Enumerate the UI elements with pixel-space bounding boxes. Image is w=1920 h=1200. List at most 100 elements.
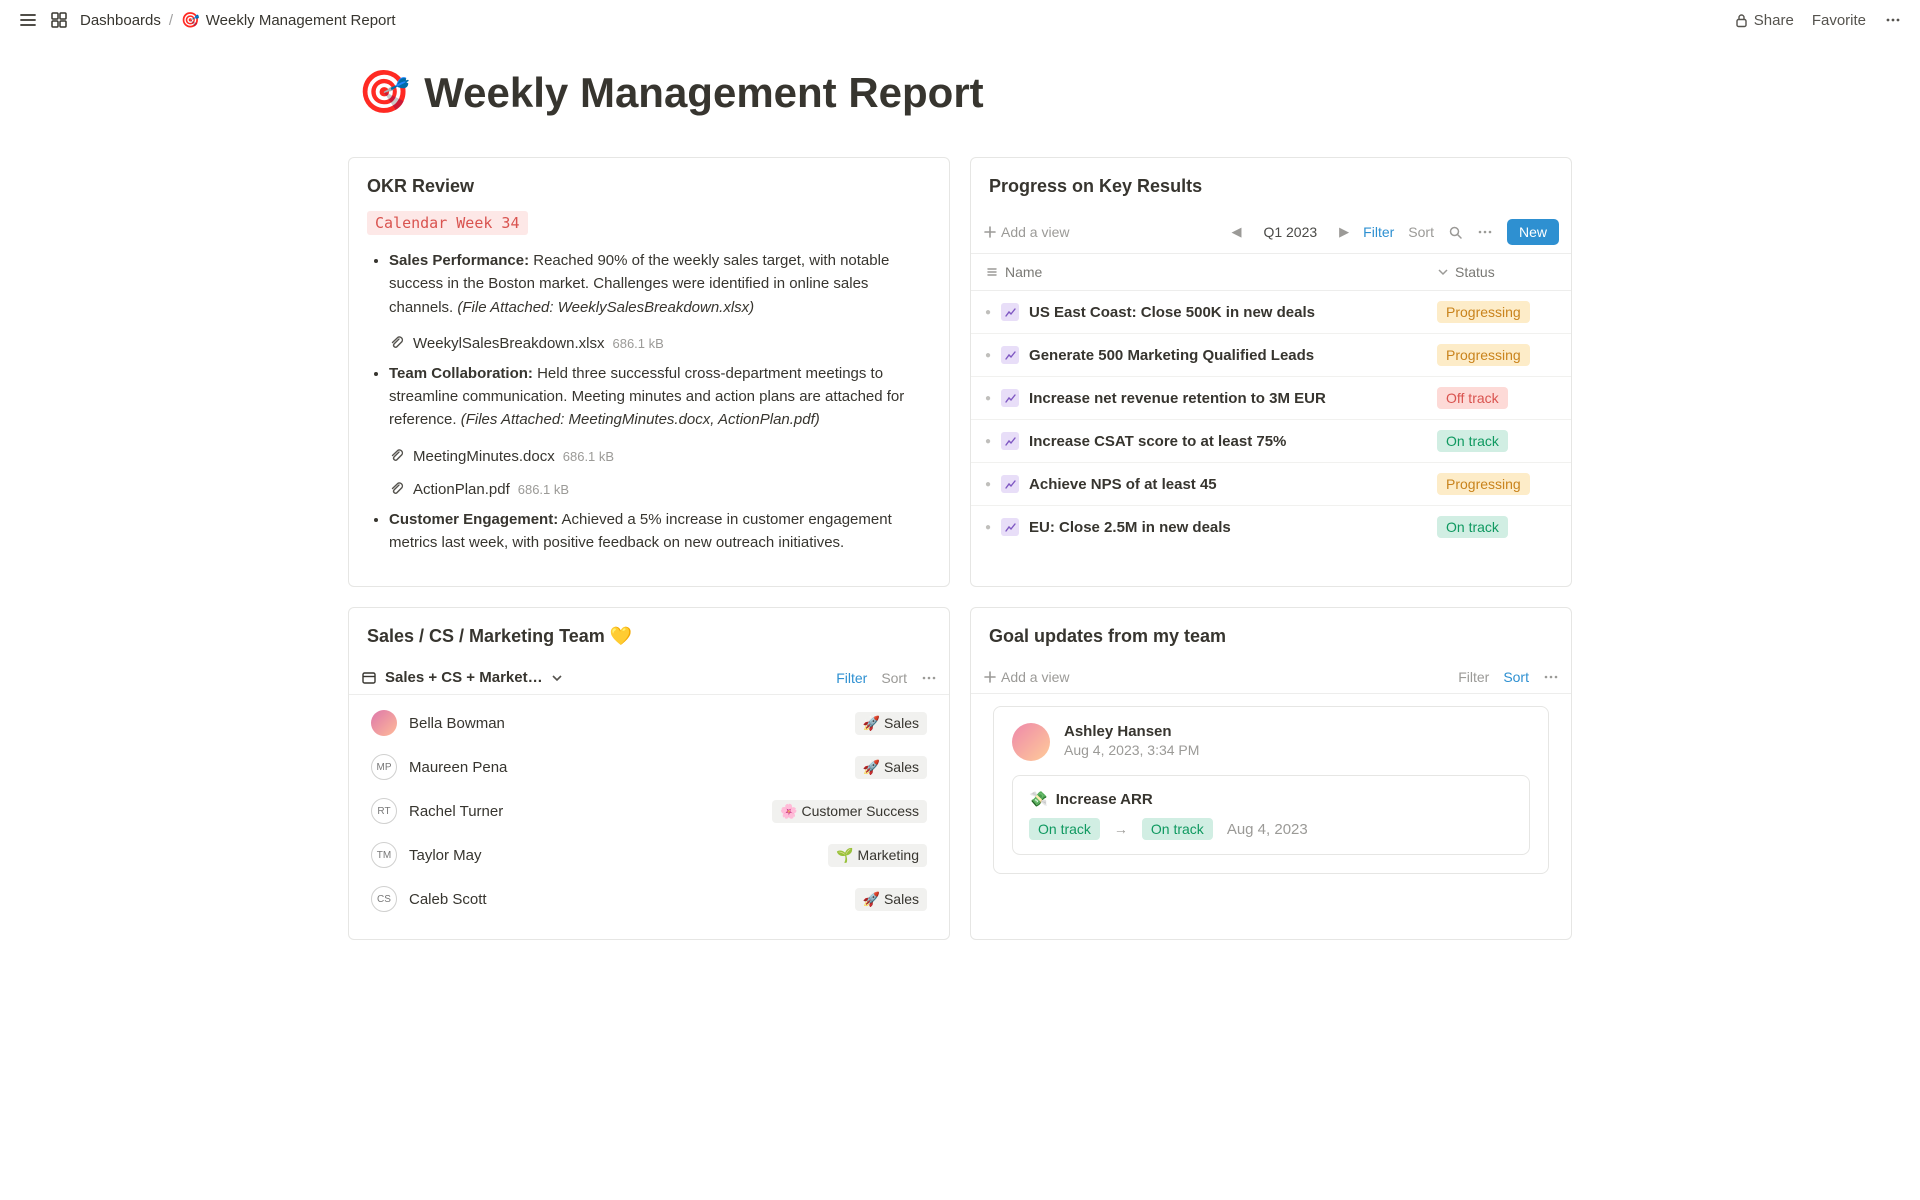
period-prev-icon[interactable]: ◀ <box>1231 224 1241 240</box>
period-next-icon[interactable]: ▶ <box>1339 224 1349 240</box>
status-badge: On track <box>1437 516 1508 538</box>
team-filter-button[interactable]: Filter <box>836 670 867 686</box>
team-row[interactable]: CSCaleb Scott🚀Sales <box>367 877 931 921</box>
page-title-text: Weekly Management Report <box>424 69 983 117</box>
attachment[interactable]: ActionPlan.pdf 686.1 kB <box>389 475 931 508</box>
sort-button[interactable]: Sort <box>1408 224 1434 240</box>
kr-name: ● Achieve NPS of at least 45 <box>985 475 1437 493</box>
okr-item-heading: Team Collaboration: <box>389 365 533 382</box>
key-results-title: Progress on Key Results <box>971 158 1571 211</box>
key-results-card: Progress on Key Results Add a view ◀ Q1 … <box>970 157 1572 587</box>
kr-name: ●EU: Close 2.5M in new deals <box>985 518 1437 536</box>
breadcrumb-current[interactable]: 🎯 Weekly Management Report <box>181 11 396 29</box>
okr-item-heading: Customer Engagement: <box>389 511 558 528</box>
arrow-right-icon: → <box>1114 821 1128 837</box>
updates-add-view-button[interactable]: Add a view <box>983 669 1069 685</box>
update-goal[interactable]: 💸 Increase ARR <box>1029 790 1513 808</box>
col-status-label[interactable]: Status <box>1455 264 1495 280</box>
breadcrumb-root[interactable]: Dashboards <box>80 12 161 29</box>
team-row[interactable]: Bella Bowman🚀Sales <box>367 701 931 745</box>
lock-icon <box>1734 13 1749 28</box>
updates-more-icon[interactable] <box>1543 669 1559 685</box>
team-row[interactable]: MPMaureen Pena🚀Sales <box>367 745 931 789</box>
bullet-icon: ● <box>985 436 991 447</box>
attachment-size: 686.1 kB <box>518 482 569 497</box>
page-emoji[interactable]: 🎯 <box>358 68 410 117</box>
kr-row[interactable]: ●Increase CSAT score to at least 75%On t… <box>971 420 1571 463</box>
kr-row[interactable]: ●Increase net revenue retention to 3M EU… <box>971 377 1571 420</box>
card-grid: OKR Review Calendar Week 34 Sales Perfor… <box>348 157 1572 940</box>
page: 🎯 Weekly Management Report OKR Review Ca… <box>320 68 1600 980</box>
avatar: CS <box>371 886 397 912</box>
kr-name-text: Increase CSAT score to at least 75% <box>1029 433 1286 450</box>
chart-icon <box>1001 475 1019 493</box>
updates-body: Ashley Hansen Aug 4, 2023, 3:34 PM 💸 Inc… <box>971 694 1571 892</box>
avatar: TM <box>371 842 397 868</box>
okr-item: Customer Engagement: Achieved a 5% incre… <box>389 508 931 555</box>
attachment-size: 686.1 kB <box>612 336 663 351</box>
attachment[interactable]: MeetingMinutes.docx686.1 kB <box>389 442 931 475</box>
bullet-icon: ● <box>985 479 991 490</box>
share-button[interactable]: Share <box>1734 12 1794 29</box>
period-label[interactable]: Q1 2023 <box>1255 224 1325 240</box>
updates-sort-button[interactable]: Sort <box>1503 669 1529 685</box>
update-author: Ashley Hansen <box>1064 723 1199 740</box>
chart-icon <box>1001 518 1019 536</box>
attachment[interactable]: WeekylSalesBreakdown.xlsx686.1 kB <box>389 329 931 362</box>
team-sort-button[interactable]: Sort <box>881 670 907 686</box>
new-button[interactable]: New <box>1507 219 1559 245</box>
update-entry[interactable]: Ashley Hansen Aug 4, 2023, 3:34 PM 💸 Inc… <box>993 706 1549 874</box>
more-icon[interactable] <box>1477 224 1493 240</box>
okr-item: Team Collaboration: Held three successfu… <box>389 362 931 432</box>
member-tag: 🚀Sales <box>855 712 927 735</box>
dashboards-icon[interactable] <box>50 11 68 29</box>
chart-icon <box>1001 346 1019 364</box>
member-tag: 🚀Sales <box>855 756 927 779</box>
okr-review-card: OKR Review Calendar Week 34 Sales Perfor… <box>348 157 950 587</box>
menu-icon[interactable] <box>18 10 38 30</box>
kr-row[interactable]: ●US East Coast: Close 500K in new dealsP… <box>971 291 1571 334</box>
member-tag: 🌸Customer Success <box>772 800 927 823</box>
chart-icon <box>1001 303 1019 321</box>
team-title: Sales / CS / Marketing Team 💛 <box>349 608 949 661</box>
paperclip-icon <box>389 481 405 497</box>
kr-name: ● Increase CSAT score to at least 75% <box>985 432 1437 450</box>
team-view-selector[interactable]: Sales + CS + Market… <box>361 669 563 686</box>
kr-name-text: Increase net revenue retention to 3M EUR <box>1029 390 1326 407</box>
chart-icon <box>1001 432 1019 450</box>
status-badge: Progressing <box>1437 344 1530 366</box>
kr-row[interactable]: ●Achieve NPS of at least 45Progressing <box>971 463 1571 506</box>
kr-status: On track <box>1437 516 1557 538</box>
updates-filter-button[interactable]: Filter <box>1458 669 1489 685</box>
team-more-icon[interactable] <box>921 670 937 686</box>
plus-icon <box>983 225 997 239</box>
paperclip-icon <box>389 335 405 351</box>
team-rows: Bella Bowman🚀SalesMPMaureen Pena🚀SalesRT… <box>349 695 949 939</box>
search-icon[interactable] <box>1448 225 1463 240</box>
favorite-button[interactable]: Favorite <box>1812 12 1866 29</box>
kr-status: Progressing <box>1437 301 1557 323</box>
paperclip-icon <box>389 448 405 464</box>
team-row[interactable]: TMTaylor May🌱Marketing <box>367 833 931 877</box>
more-icon[interactable] <box>1884 11 1902 29</box>
kr-row[interactable]: ●EU: Close 2.5M in new dealsOn track <box>971 506 1571 548</box>
tag-emoji: 🚀 <box>863 715 880 732</box>
tag-label: Customer Success <box>802 803 919 819</box>
kr-status: Progressing <box>1437 344 1557 366</box>
add-view-button[interactable]: Add a view <box>983 224 1069 240</box>
update-timestamp: Aug 4, 2023, 3:34 PM <box>1064 742 1199 758</box>
topbar-right: Share Favorite <box>1734 11 1902 29</box>
team-row[interactable]: RTRachel Turner🌸Customer Success <box>367 789 931 833</box>
breadcrumb-current-label: Weekly Management Report <box>206 12 396 29</box>
okr-item-note: (Files Attached: MeetingMinutes.docx, Ac… <box>461 411 820 428</box>
tag-emoji: 🌱 <box>836 847 853 864</box>
plus-icon <box>983 670 997 684</box>
kr-row[interactable]: ●Generate 500 Marketing Qualified LeadsP… <box>971 334 1571 377</box>
goal-emoji: 💸 <box>1029 790 1048 808</box>
attachment-size: 686.1 kB <box>563 449 614 464</box>
attachment-name: ActionPlan.pdf <box>413 481 510 498</box>
kr-name-text: Achieve NPS of at least 45 <box>1029 476 1217 493</box>
filter-button[interactable]: Filter <box>1363 224 1394 240</box>
col-name-label[interactable]: Name <box>1005 264 1042 280</box>
chart-icon <box>1001 389 1019 407</box>
